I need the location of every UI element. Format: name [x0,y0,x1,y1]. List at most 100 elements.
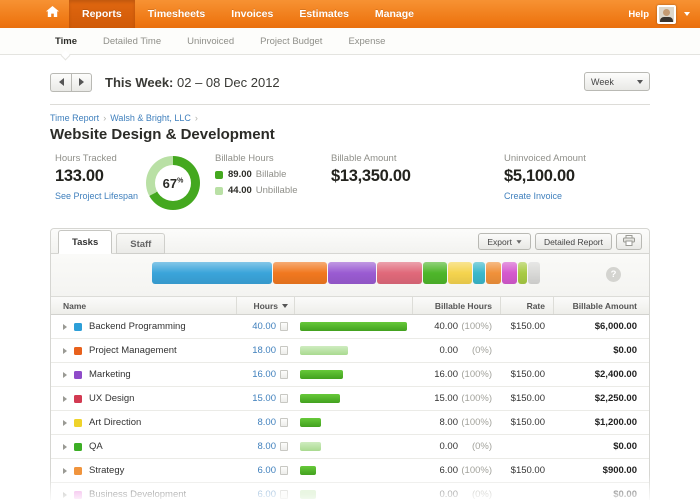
legend-row: 44.00Unbillable [215,185,298,196]
billable-amount-cell: $900.00 [553,459,649,482]
uninvoiced-amount-label: Uninvoiced Amount [504,153,586,164]
help-icon[interactable]: ? [606,267,621,282]
help-link[interactable]: Help [628,9,649,20]
hours-link[interactable]: 16.00 [252,369,276,380]
create-invoice-link[interactable]: Create Invoice [504,191,586,201]
week-range: 02 – 08 Dec 2012 [177,75,280,90]
hours-link[interactable]: 15.00 [252,393,276,404]
subnav-item-expense[interactable]: Expense [348,36,385,47]
bar-segment-other-2[interactable] [518,262,527,284]
top-nav-item-invoices[interactable]: Invoices [218,0,286,28]
subnav-item-project-budget[interactable]: Project Budget [260,36,322,47]
breadcrumb-client[interactable]: Walsh & Bright, LLC [110,113,191,123]
hours-link[interactable]: 40.00 [252,321,276,332]
top-nav-item-manage[interactable]: Manage [362,0,427,28]
expand-caret-icon[interactable] [63,348,67,354]
billable-hours-value: 8.00 [440,417,459,428]
sort-descending-icon [282,304,288,308]
expand-caret-icon[interactable] [63,372,67,378]
bar-segment-backend-programming[interactable] [152,262,272,284]
expand-caret-icon[interactable] [63,324,67,330]
account-menu-caret-icon[interactable] [684,12,690,16]
billable-percent: (100%) [458,417,492,428]
rate-cell: $150.00 [500,315,553,338]
expand-caret-icon[interactable] [63,420,67,426]
billable-amount-cell: $6,000.00 [553,315,649,338]
bar-segment-qa[interactable] [423,262,447,284]
top-nav-item-reports[interactable]: Reports [69,0,135,28]
hours-link[interactable]: 18.00 [252,345,276,356]
task-name: QA [89,441,103,452]
expand-caret-icon[interactable] [63,468,67,474]
billable-amount-cell: $2,250.00 [553,387,649,410]
billable-hours-cell: 40.00(100%) [412,315,500,338]
column-header-hours[interactable]: Hours [236,297,294,314]
breadcrumb-time-report[interactable]: Time Report [50,113,99,123]
expand-caret-icon[interactable] [63,396,67,402]
top-nav-item-timesheets[interactable]: Timesheets [135,0,219,28]
hours-bar [300,370,343,379]
column-header-billable-hours[interactable]: Billable Hours [412,297,500,314]
column-header-bar [294,297,412,314]
print-button[interactable] [616,233,642,250]
task-distribution-stacked-bar [152,262,540,284]
expand-caret-icon[interactable] [63,444,67,450]
bar-segment-project-management[interactable] [273,262,327,284]
user-avatar[interactable] [657,5,676,24]
see-project-lifespan-link[interactable]: See Project Lifespan [55,191,138,201]
column-header-billable-amount[interactable]: Billable Amount [553,297,649,314]
billable-amount-cell: $0.00 [553,339,649,362]
report-subnav: Time Detailed Time Uninvoiced Project Budge… [0,28,700,55]
subnav-item-detailed-time[interactable]: Detailed Time [103,36,161,47]
billable-percent: (100%) [458,321,492,332]
bar-segment-art-direction[interactable] [448,262,472,284]
bar-segment-ux-design[interactable] [377,262,422,284]
rate-cell: $150.00 [500,459,553,482]
hours-link[interactable]: 8.00 [258,417,277,428]
home-button[interactable] [36,0,69,28]
bar-segment-business-development[interactable] [502,262,517,284]
timeframe-dropdown-label: Week [591,77,614,87]
top-nav-item-estimates[interactable]: Estimates [286,0,362,28]
uninvoiced-amount-block: Uninvoiced Amount $5,100.00 Create Invoi… [504,153,586,201]
task-name: Marketing [89,369,131,380]
export-button[interactable]: Export [478,233,531,250]
table-header: Name Hours Billable Hours Rate Billable … [51,296,649,315]
legend-row: 89.00Billable [215,169,298,180]
hours-link[interactable]: 8.00 [258,441,277,452]
billable-amount-cell: $0.00 [553,435,649,458]
hours-bar [300,418,321,427]
timeframe-dropdown[interactable]: Week [584,72,650,91]
tab-tasks[interactable]: Tasks [58,230,112,254]
table-row: Strategy6.006.00(100%)$150.00$900.00 [51,459,649,483]
bar-segment-other-1[interactable] [473,262,485,284]
rate-cell [500,339,553,362]
expand-caret-icon[interactable] [63,492,67,498]
note-icon [280,370,288,379]
hours-link[interactable]: 6.00 [258,465,277,476]
hours-link[interactable]: 6.00 [258,489,277,500]
bar-segment-marketing[interactable] [328,262,376,284]
tab-staff[interactable]: Staff [116,233,165,254]
column-header-rate[interactable]: Rate [500,297,553,314]
table-row: Project Management18.000.00(0%)$0.00 [51,339,649,363]
hours-bar-cell [294,339,412,362]
billable-hours-block: Billable Hours 89.00Billable44.00Unbilla… [215,153,298,196]
billable-amount-label: Billable Amount [331,153,411,164]
detailed-report-button[interactable]: Detailed Report [535,233,612,250]
billable-amount-block: Billable Amount $13,350.00 [331,153,411,186]
next-week-button[interactable] [71,73,92,92]
bar-segment-strategy[interactable] [486,262,501,284]
subnav-item-time[interactable]: Time [55,36,77,47]
rate-cell: $150.00 [500,387,553,410]
hours-bar-cell [294,411,412,434]
subnav-item-uninvoiced[interactable]: Uninvoiced [187,36,234,47]
previous-week-button[interactable] [50,73,71,92]
right-arrow-icon [79,78,84,86]
task-color-swatch [74,347,82,355]
column-header-name[interactable]: Name [51,297,236,314]
note-icon [280,466,288,475]
section-divider [50,104,650,105]
bar-segment-other-3[interactable] [528,262,540,284]
legend-swatch [215,171,223,179]
